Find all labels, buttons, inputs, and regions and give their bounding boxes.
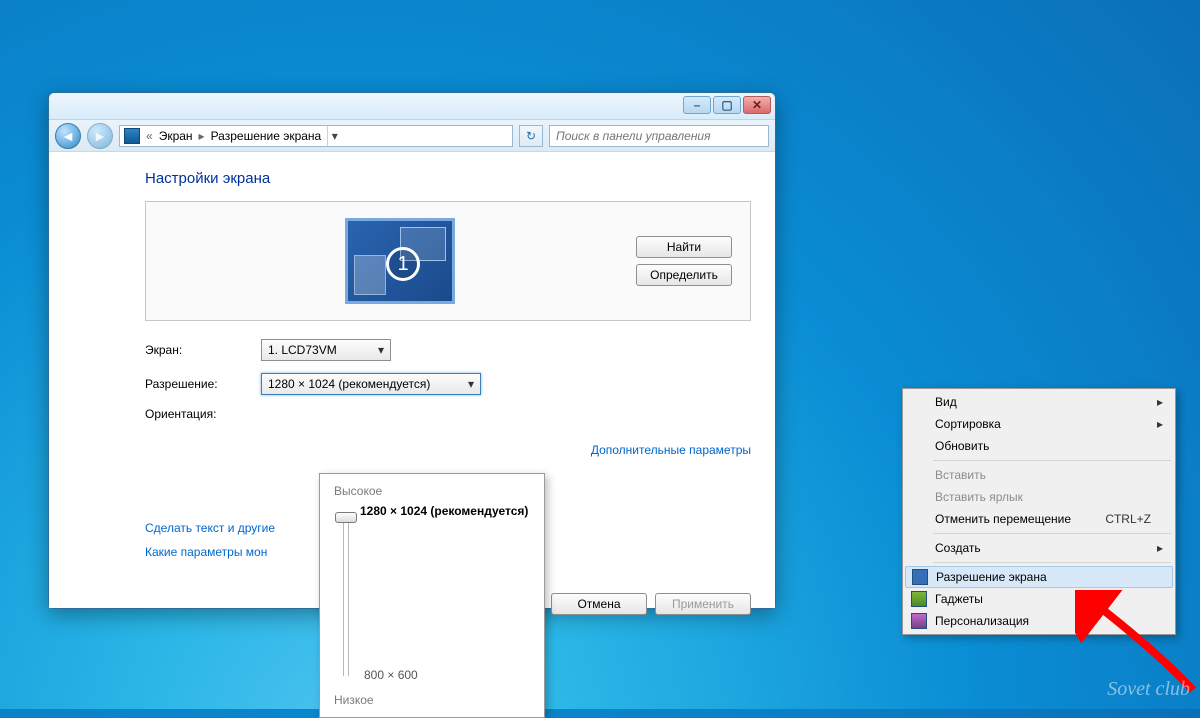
- chevron-right-icon: ▸: [199, 129, 205, 143]
- submenu-arrow-icon: ▸: [1157, 541, 1163, 555]
- monitor-icon: [912, 569, 928, 585]
- ctx-personalize[interactable]: Персонализация: [905, 610, 1173, 632]
- desktop-context-menu: Вид▸ Сортировка▸ Обновить Вставить Встав…: [902, 388, 1176, 635]
- resolution-combo[interactable]: 1280 × 1024 (рекомендуется)▾: [261, 373, 481, 395]
- cancel-button[interactable]: Отмена: [551, 593, 647, 615]
- separator: [933, 460, 1171, 461]
- close-button[interactable]: ✕: [743, 96, 771, 114]
- slider-min-label: 800 × 600: [364, 668, 418, 682]
- ctx-refresh[interactable]: Обновить: [905, 435, 1173, 457]
- maximize-button[interactable]: ▢: [713, 96, 741, 114]
- ctx-new[interactable]: Создать▸: [905, 537, 1173, 559]
- ctx-paste-shortcut: Вставить ярлык: [905, 486, 1173, 508]
- control-panel-icon: [124, 128, 140, 144]
- refresh-button[interactable]: ↻: [519, 125, 543, 147]
- watermark: Sovet club: [1107, 678, 1190, 701]
- titlebar: – ▢ ✕: [49, 93, 775, 120]
- chevron-down-icon: ▾: [468, 377, 474, 391]
- gadgets-icon: [911, 591, 927, 607]
- chevron-icon: «: [146, 129, 153, 143]
- address-bar[interactable]: « Экран ▸ Разрешение экрана ▾: [119, 125, 513, 147]
- ctx-screen-resolution[interactable]: Разрешение экрана: [905, 566, 1173, 588]
- resolution-slider-flyout: Высокое 1280 × 1024 (рекомендуется) 800 …: [319, 473, 545, 718]
- chevron-down-icon: ▾: [378, 343, 384, 357]
- minimize-button[interactable]: –: [683, 96, 711, 114]
- slider-high-label: Высокое: [334, 484, 530, 498]
- screen-combo[interactable]: 1. LCD73VM▾: [261, 339, 391, 361]
- personalize-icon: [911, 613, 927, 629]
- find-button[interactable]: Найти: [636, 236, 732, 258]
- slider-current-label: 1280 × 1024 (рекомендуется): [360, 504, 530, 518]
- search-input[interactable]: [556, 129, 762, 143]
- separator: [933, 562, 1171, 563]
- screen-label: Экран:: [145, 343, 261, 357]
- search-box[interactable]: [549, 125, 769, 147]
- nav-back-button[interactable]: ◄: [55, 123, 81, 149]
- orientation-label: Ориентация:: [145, 407, 261, 421]
- resolution-label: Разрешение:: [145, 377, 261, 391]
- slider-track[interactable]: [343, 516, 349, 676]
- breadcrumb-root[interactable]: Экран: [159, 129, 193, 143]
- address-dropdown[interactable]: ▾: [327, 126, 341, 146]
- advanced-settings-link[interactable]: Дополнительные параметры: [145, 443, 751, 457]
- ctx-gadgets[interactable]: Гаджеты: [905, 588, 1173, 610]
- slider-thumb[interactable]: [335, 512, 357, 523]
- page-title: Настройки экрана: [145, 170, 751, 187]
- submenu-arrow-icon: ▸: [1157, 395, 1163, 409]
- shortcut-label: CTRL+Z: [1105, 512, 1151, 526]
- monitor-preview-box: 1 Найти Определить: [145, 201, 751, 321]
- slider-low-label: Низкое: [334, 693, 374, 707]
- nav-forward-button[interactable]: ►: [87, 123, 113, 149]
- identify-button[interactable]: Определить: [636, 264, 732, 286]
- ctx-view[interactable]: Вид▸: [905, 391, 1173, 413]
- ctx-paste: Вставить: [905, 464, 1173, 486]
- ctx-undo[interactable]: Отменить перемещениеCTRL+Z: [905, 508, 1173, 530]
- separator: [933, 533, 1171, 534]
- display-settings-window: – ▢ ✕ ◄ ► « Экран ▸ Разрешение экрана ▾ …: [48, 92, 776, 609]
- breadcrumb-current[interactable]: Разрешение экрана: [211, 129, 322, 143]
- submenu-arrow-icon: ▸: [1157, 417, 1163, 431]
- ctx-sort[interactable]: Сортировка▸: [905, 413, 1173, 435]
- monitor-thumbnail[interactable]: 1: [345, 218, 455, 304]
- apply-button[interactable]: Применить: [655, 593, 751, 615]
- navbar: ◄ ► « Экран ▸ Разрешение экрана ▾ ↻: [49, 120, 775, 152]
- monitor-number: 1: [386, 247, 420, 281]
